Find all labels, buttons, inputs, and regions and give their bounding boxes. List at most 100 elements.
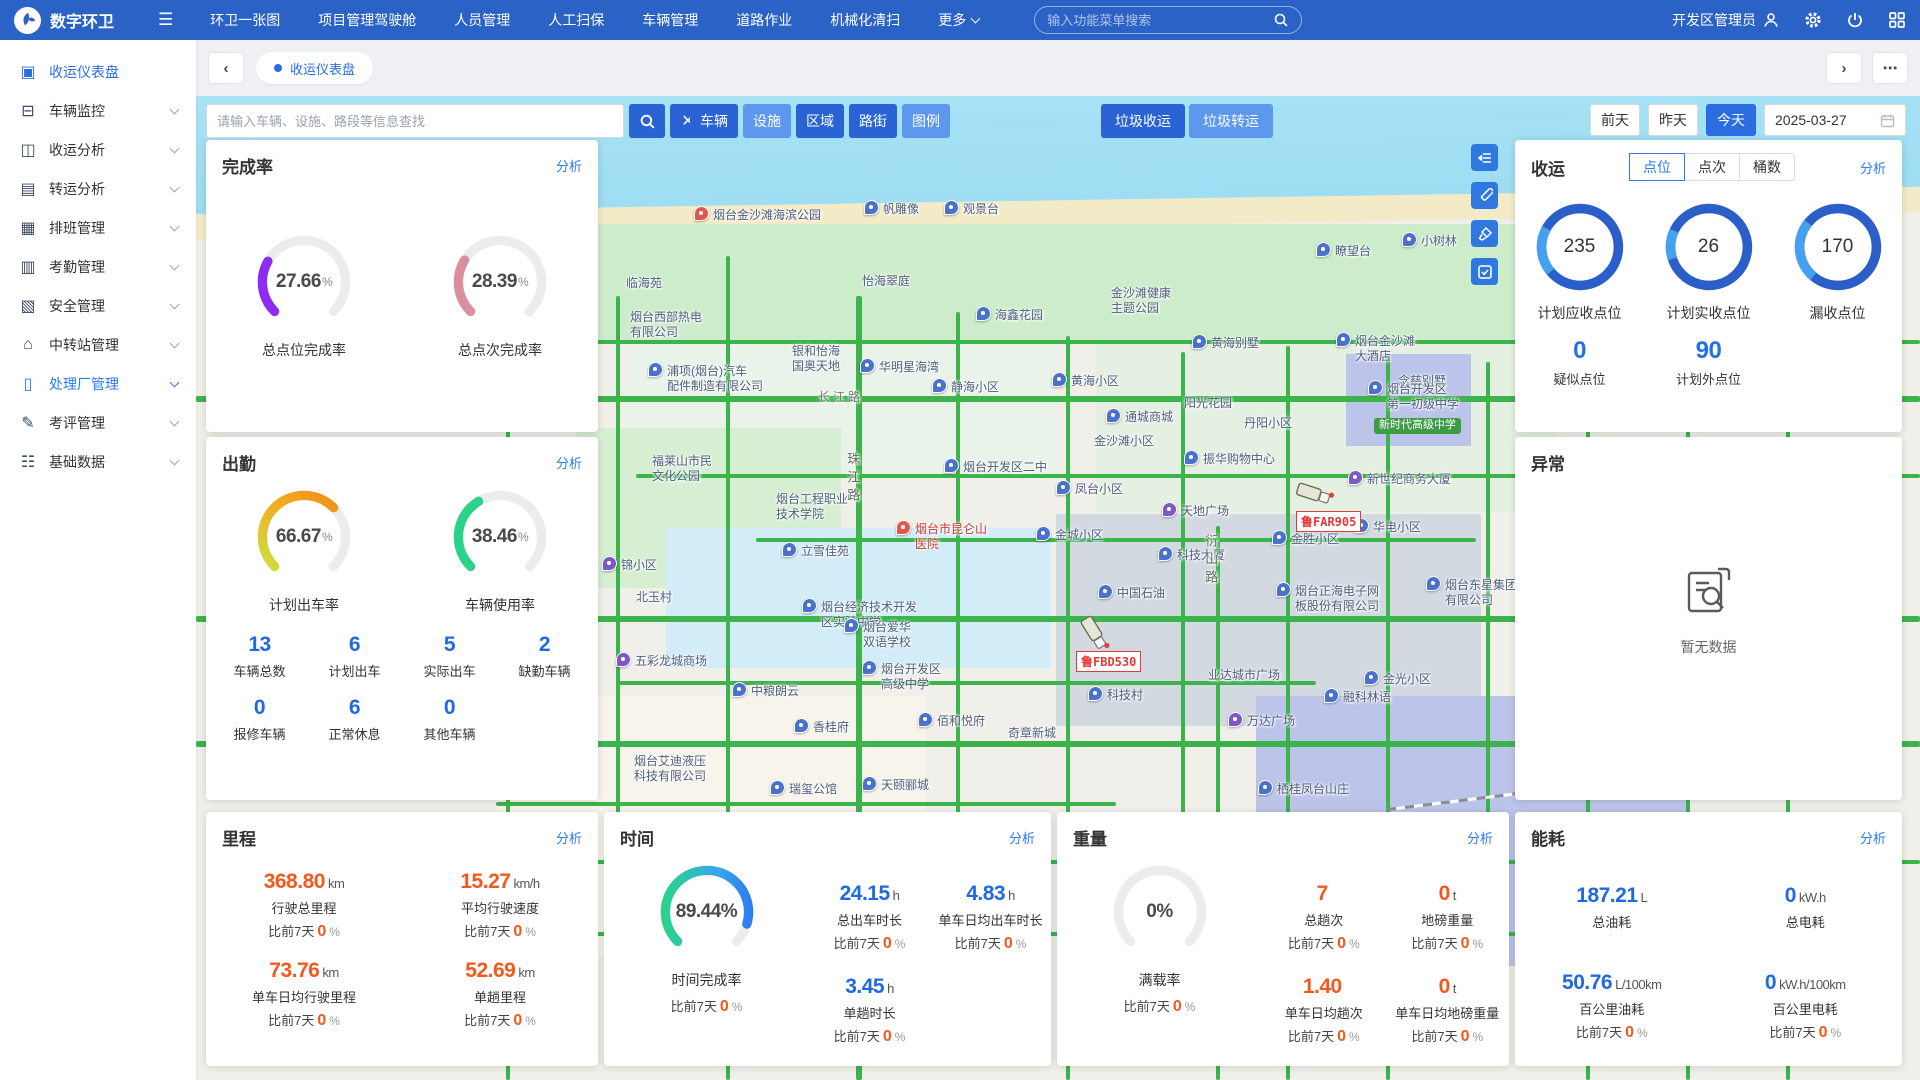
compare-line: 比前7天0% (834, 933, 906, 953)
measure-ruler-tool-button[interactable] (1471, 182, 1498, 209)
menu-toggle-icon[interactable]: ☰ (158, 10, 173, 30)
date-quick-button[interactable]: 前天 (1590, 104, 1640, 136)
nav-item[interactable]: 项目管理驾驶舱 (299, 0, 435, 40)
map-label: 烟台金沙滩 大酒店 (1336, 334, 1415, 364)
gauge-value: 28.39 (472, 271, 517, 293)
tab-collection-dashboard[interactable]: 收运仪表盘 (256, 52, 373, 84)
tabs-more-button[interactable]: ⋯ (1872, 52, 1908, 84)
map-mode-button[interactable]: 垃圾转运 (1189, 104, 1273, 138)
clear-brush-tool-button[interactable] (1471, 220, 1498, 247)
sidebar-item[interactable]: ⌂ 中转站管理 (0, 325, 196, 364)
analyze-link[interactable]: 分析 (1860, 158, 1886, 177)
analyze-link[interactable]: 分析 (1009, 828, 1035, 847)
stat-label: 行驶总里程 (271, 898, 336, 917)
nav-item[interactable]: 道路作业 (717, 0, 811, 40)
map-road (496, 802, 1116, 806)
map-filter-button[interactable]: 车辆 (690, 104, 738, 138)
select-checkbox-tool-button[interactable] (1471, 258, 1498, 285)
tabs-scroll-right-button[interactable]: › (1826, 52, 1862, 84)
stat-item: 90 计划外点位 (1644, 337, 1773, 388)
sidebar-item[interactable]: ▣ 收运仪表盘 (0, 52, 196, 91)
date-quick-button[interactable]: 今天 (1706, 104, 1756, 136)
gauge-value: 89.44% (655, 860, 759, 964)
analyze-link[interactable]: 分析 (1860, 828, 1886, 847)
map-mode-button[interactable]: 垃圾收运 (1101, 104, 1185, 138)
map-label: 立雪佳苑 (782, 544, 849, 559)
stat-label: 总趟次 (1304, 910, 1343, 929)
map-label-text: 临海苑 (626, 276, 662, 291)
sidebar-item-icon: ▣ (18, 62, 38, 82)
map-search-button[interactable] (629, 104, 665, 138)
map-filter-button[interactable]: 设施 (743, 104, 791, 138)
map-pin-icon (944, 200, 959, 215)
map-label: 珠江路 (844, 452, 860, 506)
vehicle-marker[interactable]: 鲁FAR905 (1296, 484, 1361, 532)
sidebar-item[interactable]: ⊟ 车辆监控 (0, 91, 196, 130)
stat-unit: km/h (513, 876, 539, 891)
map-filter-button[interactable]: 路街 (849, 104, 897, 138)
map-label: 天颐郦城 (862, 778, 929, 793)
nav-item[interactable]: 更多 (919, 0, 998, 40)
map-canvas[interactable]: 烟台金沙滩海滨公园 帆雕像 观景台 瞭望台 (196, 96, 1920, 1080)
nav-item-label: 人工扫保 (548, 0, 604, 40)
sidebar-item[interactable]: ◫ 收运分析 (0, 130, 196, 169)
sidebar-item[interactable]: ▦ 排班管理 (0, 208, 196, 247)
map-pin-icon (1348, 470, 1363, 485)
nav-item[interactable]: 车辆管理 (623, 0, 717, 40)
user-menu[interactable]: 开发区管理员 (1672, 10, 1780, 30)
legend-list-tool-button[interactable] (1471, 144, 1498, 171)
date-quick-button[interactable]: 昨天 (1648, 104, 1698, 136)
menu-search[interactable] (1034, 6, 1302, 34)
apps-grid-icon[interactable] (1888, 11, 1906, 29)
collection-tab[interactable]: 桶数 (1739, 153, 1795, 181)
map-pin-icon (1162, 502, 1177, 517)
stat-item: 0 疑似点位 (1515, 337, 1644, 388)
sidebar-item[interactable]: ✎ 考评管理 (0, 403, 196, 442)
gauge-value: 38.46 (472, 526, 517, 548)
collection-tab[interactable]: 点次 (1684, 153, 1740, 181)
sidebar-item[interactable]: ▤ 转运分析 (0, 169, 196, 208)
analyze-link[interactable]: 分析 (556, 156, 582, 175)
nav-item[interactable]: 人工扫保 (529, 0, 623, 40)
map-label: 新世纪商务大厦 (1348, 472, 1451, 487)
map-search-input[interactable] (206, 104, 624, 138)
date-picker[interactable]: 2025-03-27 (1764, 104, 1906, 136)
sidebar-item[interactable]: ▯ 处理厂管理 (0, 364, 196, 403)
settings-gear-icon[interactable] (1804, 11, 1822, 29)
menu-search-input[interactable] (1047, 13, 1273, 28)
sidebar-item[interactable]: ▥ 考勤管理 (0, 247, 196, 286)
stat-label: 平均行驶速度 (461, 898, 539, 917)
stat-item: 0 报修车辆 (212, 696, 307, 743)
nav-item[interactable]: 人员管理 (435, 0, 529, 40)
map-pin-icon (732, 682, 747, 697)
analyze-link[interactable]: 分析 (556, 453, 582, 472)
time-stats: 24.15h 总出车时长 比前7天0% 4.83h 单车日均出车时长 比前7天0… (809, 854, 1051, 1046)
stat-value: 4.83 (966, 882, 1005, 905)
vehicle-marker[interactable]: 鲁FBD530 (1076, 624, 1141, 672)
sidebar-item-icon: ▤ (18, 179, 38, 199)
tabs-scroll-left-button[interactable]: ‹ (208, 52, 244, 84)
full-load-gauge: 0% (1108, 860, 1212, 964)
sidebar-item[interactable]: ▧ 安全管理 (0, 286, 196, 325)
map-filter-button[interactable]: 区域 (796, 104, 844, 138)
search-icon[interactable] (1273, 12, 1289, 28)
nav-item[interactable]: 环卫一张图 (191, 0, 299, 40)
stat-unit: L/100km (1615, 977, 1661, 992)
analyze-link[interactable]: 分析 (1467, 828, 1493, 847)
analyze-link[interactable]: 分析 (556, 828, 582, 847)
nav-item[interactable]: 机械化清扫 (811, 0, 919, 40)
stat-label: 缺勤车辆 (518, 661, 570, 680)
map-label: 烟台开发区 第一初级中学 (1368, 382, 1459, 412)
map-label: 烟台艾迪液压 科技有限公司 (634, 754, 706, 784)
sidebar-item-label: 处理厂管理 (49, 374, 119, 394)
logout-power-icon[interactable] (1846, 11, 1864, 29)
map-filter-button[interactable]: 图例 (902, 104, 950, 138)
stat-value: 15.27 (460, 870, 510, 893)
compare-line: 比前7天0% (1411, 933, 1483, 953)
attendance-panel: 出勤 分析 66.67% 计划出车率 38.46% (206, 437, 598, 800)
collection-tab[interactable]: 点位 (1629, 153, 1685, 181)
abnormal-panel: 异常 暂无数据 (1515, 437, 1902, 800)
weight-panel: 重量 分析 0% 满载率 比前7天0% 7 总 (1057, 812, 1509, 1066)
gauge-value: 66.67 (276, 526, 321, 548)
sidebar-item[interactable]: ☷ 基础数据 (0, 442, 196, 481)
